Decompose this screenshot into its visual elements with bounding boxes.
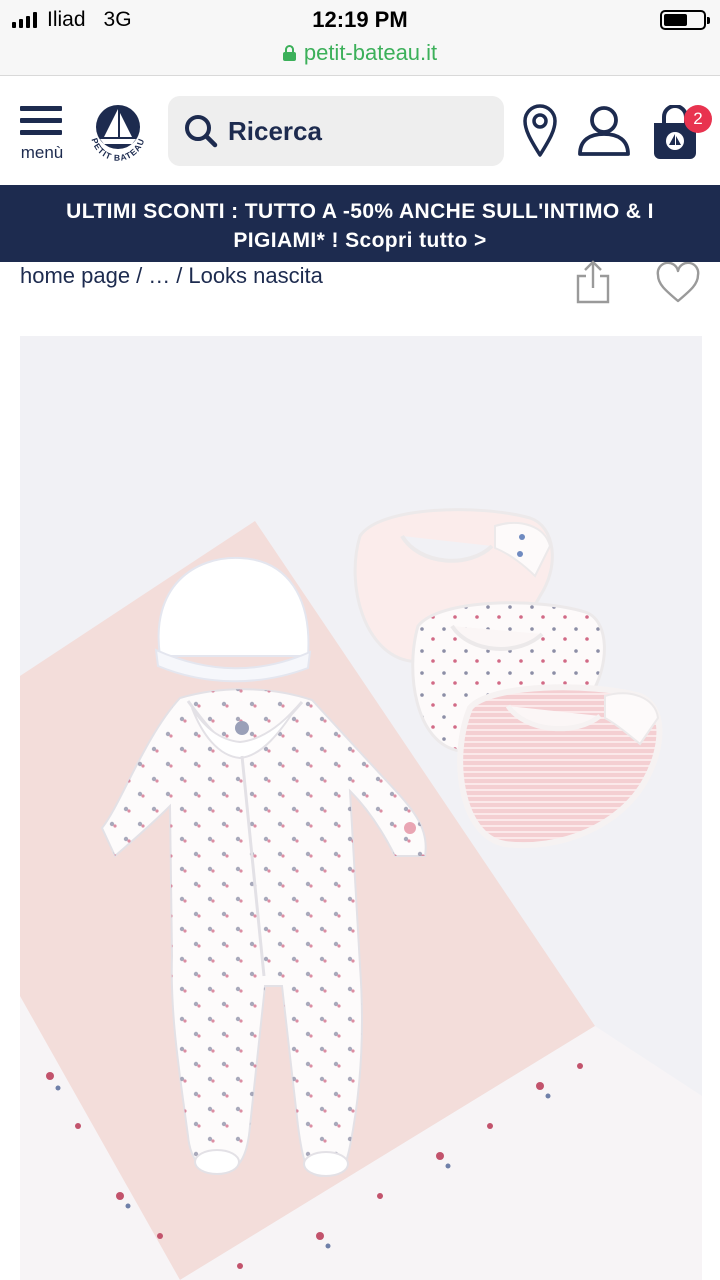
account-icon[interactable] — [576, 104, 632, 158]
product-image[interactable] — [20, 336, 702, 1280]
menu-icon — [20, 106, 62, 111]
breadcrumb-ellipsis[interactable]: … — [148, 263, 170, 289]
baby-set-illustration — [20, 336, 702, 1280]
status-bar: Iliad 3G 12:19 PM — [0, 0, 720, 40]
battery-icon — [660, 10, 710, 30]
breadcrumb-separator: / — [136, 263, 143, 288]
clock: 12:19 PM — [312, 7, 408, 32]
wishlist-heart-icon[interactable] — [655, 262, 701, 306]
search-icon — [185, 115, 218, 148]
menu-button[interactable]: menù — [16, 103, 66, 162]
breadcrumb-separator: / — [176, 263, 183, 288]
petit-bateau-logo[interactable]: PETIT BATEAU — [82, 97, 154, 169]
cart-count-badge[interactable]: 2 — [684, 105, 712, 133]
breadcrumb-home[interactable]: home page — [20, 263, 130, 289]
breadcrumb: home page / … / Looks nascita — [20, 263, 323, 289]
site-header: menù PETIT BATEAU Ricerca — [0, 77, 720, 185]
promo-line-1: ULTIMI SCONTI : TUTTO A -50% ANCHE SULL'… — [66, 200, 654, 223]
url-text: petit-bateau.it — [303, 40, 438, 65]
breadcrumb-current: Looks nascita — [188, 263, 323, 288]
search-box[interactable]: Ricerca — [168, 96, 504, 166]
lock-icon — [282, 45, 296, 61]
menu-label: menù — [20, 143, 64, 162]
search-placeholder: Ricerca — [228, 115, 322, 146]
url-display[interactable]: petit-bateau.it — [282, 40, 438, 66]
promo-line-2: PIGIAMI* ! Scopri tutto > — [233, 229, 487, 252]
store-locator-icon[interactable] — [522, 104, 558, 158]
promo-banner[interactable]: ULTIMI SCONTI : TUTTO A -50% ANCHE SULL'… — [0, 185, 720, 262]
share-icon[interactable] — [572, 260, 614, 306]
address-bar[interactable]: petit-bateau.it — [0, 40, 720, 76]
